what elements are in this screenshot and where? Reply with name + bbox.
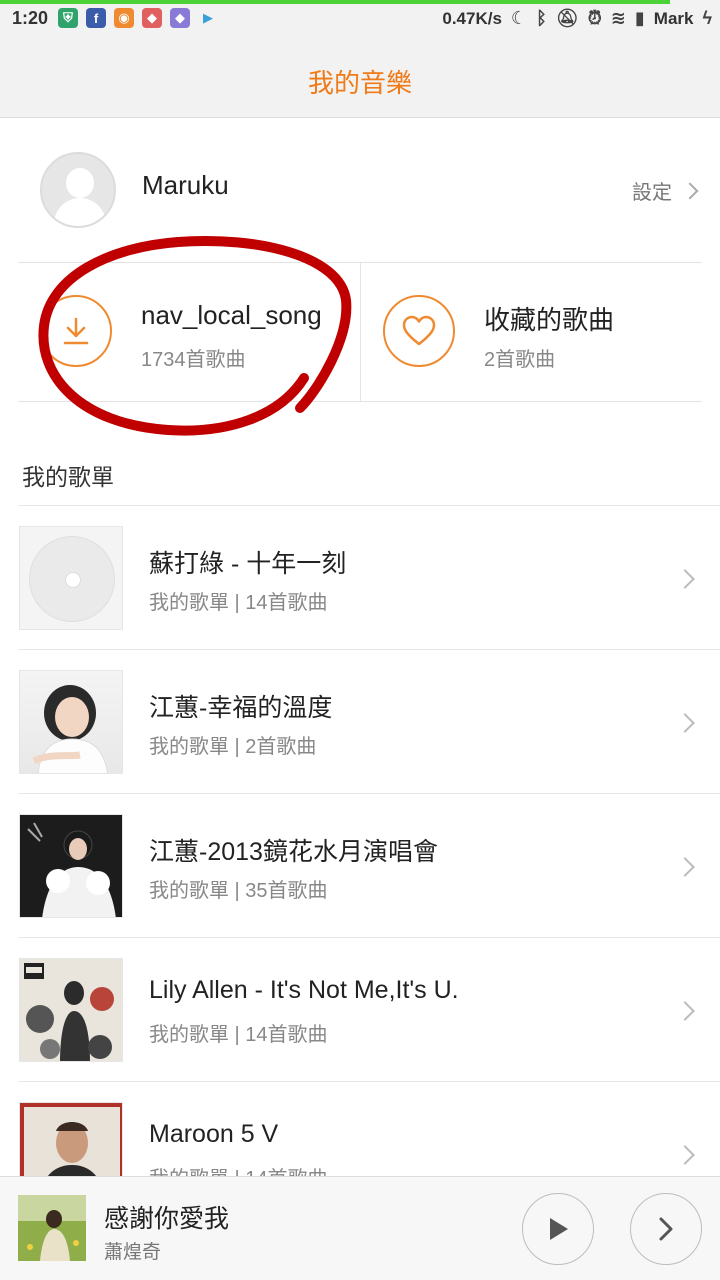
chevron-right-icon xyxy=(659,1217,673,1241)
now-playing-cover xyxy=(18,1195,86,1261)
favorite-songs-title: 收藏的歌曲 xyxy=(484,305,615,335)
wifi-icon: ≋ xyxy=(610,8,626,28)
playlist-subtitle: 我的歌單 | 2首歌曲 xyxy=(149,736,317,758)
playlist-title: 江蕙-2013鏡花水月演唱會 xyxy=(149,838,438,866)
carrier-name: Mark xyxy=(653,8,694,28)
playlist-item[interactable]: 江蕙-2013鏡花水月演唱會 我的歌單 | 35首歌曲 xyxy=(18,793,720,937)
playlist-cover xyxy=(19,814,123,918)
playlist-subtitle: 我的歌單 | 35首歌曲 xyxy=(149,880,328,902)
heart-icon xyxy=(383,295,455,367)
status-bar: 1:20 ⛨ f ◉ ◆ ◆ ▶ 0.47K/s ☾ ᛒ 🔕︎ ⏰︎ ≋ ▮ M… xyxy=(0,0,720,36)
alarm-icon: ⏰︎ xyxy=(587,8,602,28)
play-store-icon: ▶ xyxy=(203,10,213,25)
disc-icon xyxy=(29,536,115,622)
chevron-right-icon xyxy=(681,182,699,199)
local-songs-card[interactable]: nav_local_song 1734首歌曲 xyxy=(18,263,360,401)
facebook-icon: f xyxy=(86,8,106,28)
playlist-subtitle: 我的歌單 | 14首歌曲 xyxy=(149,1024,328,1046)
page-load-progress xyxy=(0,0,670,4)
download-icon xyxy=(40,295,112,367)
next-button[interactable] xyxy=(630,1193,702,1265)
chevron-right-icon xyxy=(675,713,695,733)
local-songs-count: 1734首歌曲 xyxy=(141,349,246,371)
username: Maruku xyxy=(142,170,229,200)
playlist-item[interactable]: Lily Allen - It's Not Me,It's U. 我的歌單 | … xyxy=(18,937,720,1081)
playlist-cover xyxy=(19,526,123,630)
playlist-list: 蘇打綠 - 十年一刻 我的歌單 | 14首歌曲 江蕙-幸福的溫度 我的歌單 | … xyxy=(18,505,720,1225)
playlist-title: 蘇打綠 - 十年一刻 xyxy=(149,550,347,578)
settings-label: 設定 xyxy=(632,182,672,204)
playlist-subtitle: 我的歌單 | 14首歌曲 xyxy=(149,592,328,614)
moon-icon: ☾ xyxy=(510,8,528,28)
app-icon: ◉ xyxy=(114,8,134,28)
settings-link[interactable]: 設定 xyxy=(632,176,699,205)
local-songs-title: nav_local_song xyxy=(141,300,322,330)
app-icon: ◆ xyxy=(170,8,190,28)
favorite-songs-card[interactable]: 收藏的歌曲 2首歌曲 xyxy=(360,263,702,401)
bluetooth-icon: ᛒ xyxy=(536,8,547,28)
now-playing-bar[interactable]: 感謝你愛我 蕭煌奇 xyxy=(0,1176,720,1280)
header: 我的音樂 xyxy=(0,36,720,118)
favorite-songs-count: 2首歌曲 xyxy=(484,349,556,371)
avatar[interactable] xyxy=(40,152,116,228)
playlist-title: Lily Allen - It's Not Me,It's U. xyxy=(149,976,459,1004)
network-speed: 0.47K/s xyxy=(442,8,502,28)
shield-icon: ⛨ xyxy=(58,8,78,28)
notification-icons: ⛨ f ◉ ◆ ◆ ▶ xyxy=(58,8,218,28)
library-cards: nav_local_song 1734首歌曲 收藏的歌曲 2首歌曲 xyxy=(18,262,702,402)
play-button[interactable] xyxy=(522,1193,594,1265)
playlist-title: Maroon 5 V xyxy=(149,1120,279,1148)
playlist-cover xyxy=(19,670,123,774)
now-playing-artist: 蕭煌奇 xyxy=(104,1242,162,1263)
signal-icon: ▮ xyxy=(634,8,645,28)
playlist-cover xyxy=(19,958,123,1062)
page-title: 我的音樂 xyxy=(307,68,412,98)
charging-icon: ϟ xyxy=(702,8,712,28)
mute-icon: 🔕︎ xyxy=(555,8,579,28)
profile-row[interactable]: Maruku 設定 xyxy=(0,118,720,262)
section-title: 我的歌單 xyxy=(22,464,114,490)
chevron-right-icon xyxy=(675,857,695,877)
chevron-right-icon xyxy=(675,569,695,589)
playlist-item[interactable]: 蘇打綠 - 十年一刻 我的歌單 | 14首歌曲 xyxy=(18,505,720,649)
status-time: 1:20 xyxy=(12,8,49,28)
chevron-right-icon xyxy=(675,1001,695,1021)
playlist-title: 江蕙-幸福的溫度 xyxy=(149,694,333,722)
now-playing-title: 感謝你愛我 xyxy=(104,1205,230,1233)
play-icon xyxy=(550,1218,568,1240)
app-icon: ◆ xyxy=(142,8,162,28)
playlist-item[interactable]: 江蕙-幸福的溫度 我的歌單 | 2首歌曲 xyxy=(18,649,720,793)
status-right: 0.47K/s ☾ ᛒ 🔕︎ ⏰︎ ≋ ▮ Mark ϟ xyxy=(442,8,712,29)
chevron-right-icon xyxy=(675,1145,695,1165)
